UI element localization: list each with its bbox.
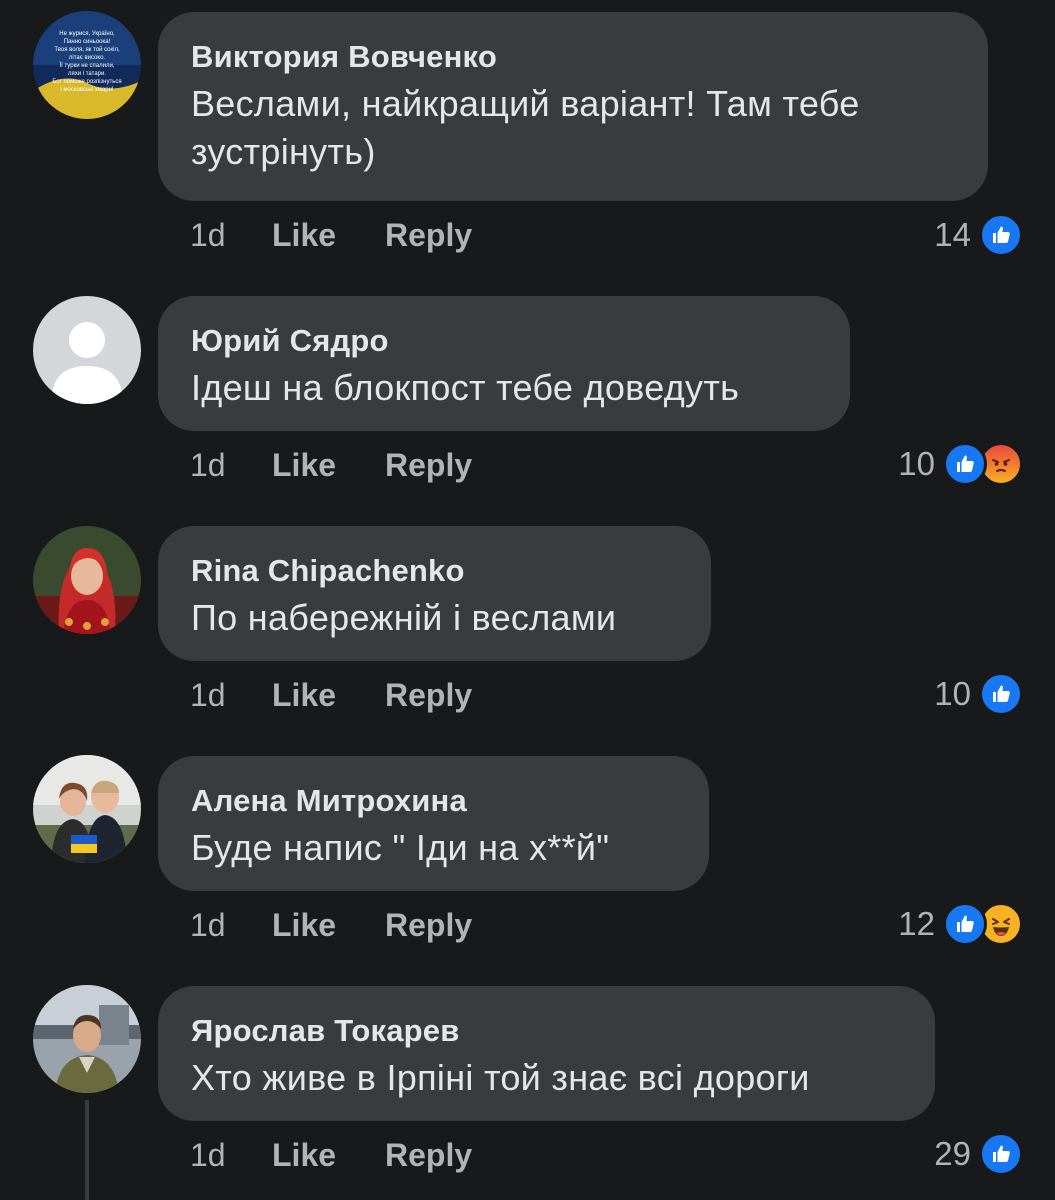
like-reaction-icon: [979, 1132, 1023, 1176]
reply-button[interactable]: Reply: [385, 907, 472, 944]
like-button[interactable]: Like: [272, 677, 385, 714]
reaction-count: 29: [934, 1135, 971, 1172]
svg-text:Твоя воля, як той сокіл,: Твоя воля, як той сокіл,: [54, 46, 120, 53]
comment-actions: 1d Like Reply: [190, 905, 472, 945]
comment-actions: 1d Like Reply: [190, 215, 472, 255]
reaction-summary[interactable]: 12: [898, 900, 1023, 948]
comment-text-line: Веслами, найкращий варіант! Там тебе: [191, 83, 860, 124]
like-reaction-icon: [943, 442, 987, 486]
avatar[interactable]: [33, 985, 141, 1093]
avatar[interactable]: [33, 526, 141, 634]
svg-text:Не журися, Україно,: Не журися, Україно,: [59, 31, 115, 37]
like-button[interactable]: Like: [272, 907, 385, 944]
reaction-count: 10: [934, 675, 971, 712]
reaction-summary[interactable]: 10: [898, 440, 1023, 488]
like-button[interactable]: Like: [272, 217, 385, 254]
comment-author[interactable]: Ярослав Токарев: [191, 1012, 901, 1050]
comment-bubble[interactable]: Алена Митрохина Буде напис " Іди на х**й…: [158, 756, 709, 891]
reply-thread-line: [85, 1100, 89, 1200]
reaction-count: 12: [898, 905, 935, 942]
like-button[interactable]: Like: [272, 447, 385, 484]
like-reaction-icon: [979, 213, 1023, 257]
reply-button[interactable]: Reply: [385, 677, 472, 714]
comment-actions: 1d Like Reply: [190, 445, 472, 485]
comment-bubble[interactable]: Виктория Вовченко Веслами, найкращий вар…: [158, 12, 988, 201]
comment-timestamp[interactable]: 1d: [190, 217, 272, 254]
comment-bubble[interactable]: Rina Chipachenko По набережній і веслами: [158, 526, 711, 661]
like-button[interactable]: Like: [272, 1137, 385, 1174]
comment-text: По набережній і веслами: [191, 597, 617, 638]
svg-text:і московські хмари!: і московські хмари!: [60, 87, 114, 93]
svg-text:Панно синьоока!: Панно синьоока!: [64, 39, 111, 45]
comment-text: Ідеш на блокпост тебе доведуть: [191, 367, 740, 408]
svg-text:Її турки не спалили,: Її турки не спалили,: [59, 62, 114, 69]
comment-text: Буде напис " Іди на х**й": [191, 827, 610, 868]
comment-bubble[interactable]: Ярослав Токарев Хто живе в Ірпіні той зн…: [158, 986, 935, 1121]
svg-text:Бог поможе розпізнуться: Бог поможе розпізнуться: [52, 79, 121, 85]
comment-author[interactable]: Алена Митрохина: [191, 782, 675, 820]
comment-timestamp[interactable]: 1d: [190, 447, 272, 484]
comment-bubble[interactable]: Юрий Сядро Ідеш на блокпост тебе доведут…: [158, 296, 850, 431]
reply-button[interactable]: Reply: [385, 1137, 472, 1174]
svg-text:літає високо.: літає високо.: [69, 55, 106, 61]
svg-text:ляхи і татари.: ляхи і татари.: [68, 71, 106, 77]
comment-actions: 1d Like Reply: [190, 675, 472, 715]
comment-actions: 1d Like Reply: [190, 1135, 472, 1175]
reaction-count: 10: [898, 445, 935, 482]
reaction-count: 14: [934, 216, 971, 253]
reaction-summary[interactable]: 10: [934, 670, 1023, 718]
avatar[interactable]: [33, 755, 141, 863]
reply-button[interactable]: Reply: [385, 447, 472, 484]
avatar[interactable]: [33, 296, 141, 404]
comment-timestamp[interactable]: 1d: [190, 1137, 272, 1174]
reaction-summary[interactable]: 29: [934, 1130, 1023, 1178]
reaction-summary[interactable]: 14: [934, 211, 1023, 259]
comment-timestamp[interactable]: 1d: [190, 677, 272, 714]
comment-text-line: зустрінуть): [191, 131, 376, 172]
like-reaction-icon: [943, 902, 987, 946]
reply-button[interactable]: Reply: [385, 217, 472, 254]
comment-text: Веслами, найкращий варіант! Там тебе зус…: [191, 80, 954, 176]
comment-author[interactable]: Виктория Вовченко: [191, 38, 954, 76]
comment-author[interactable]: Rina Chipachenko: [191, 552, 677, 590]
comment-text: Хто живе в Ірпіні той знає всі дороги: [191, 1057, 810, 1098]
comment-timestamp[interactable]: 1d: [190, 907, 272, 944]
avatar[interactable]: Не журися, Україно, Панно синьоока! Твоя…: [33, 11, 141, 119]
comment-author[interactable]: Юрий Сядро: [191, 322, 816, 360]
like-reaction-icon: [979, 672, 1023, 716]
